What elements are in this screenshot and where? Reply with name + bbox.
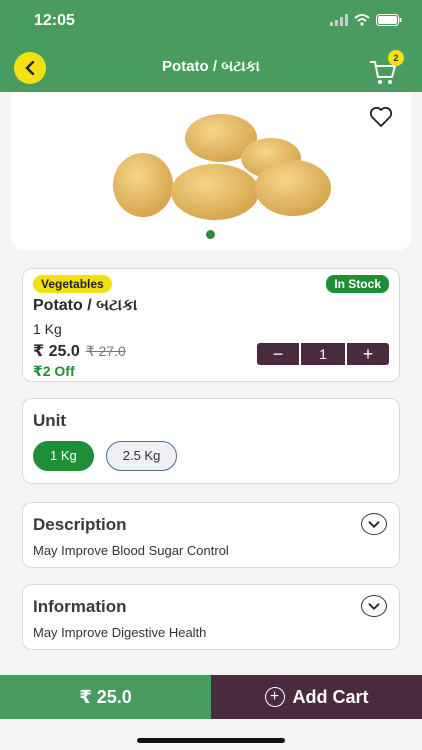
page-title: Potato / બટાકા xyxy=(162,58,260,75)
product-name: Potato / બટાકા xyxy=(33,297,138,314)
decrement-button[interactable]: − xyxy=(257,343,299,365)
total-price: ₹ 25.0 xyxy=(0,675,211,719)
price: ₹ 25.0 xyxy=(33,343,80,360)
unit-options: 1 Kg 2.5 Kg xyxy=(33,441,178,471)
status-icons xyxy=(330,14,402,26)
bottom-bar: ₹ 25.0 + Add Cart xyxy=(0,675,422,719)
price-row: ₹ 25.0 ₹ 27.0 xyxy=(33,341,126,361)
unit-option-2-5kg[interactable]: 2.5 Kg xyxy=(105,441,178,471)
product-image-card xyxy=(11,92,411,250)
home-indicator xyxy=(137,738,285,743)
cart-button[interactable]: 2 xyxy=(368,50,404,86)
description-title: Description xyxy=(33,515,127,534)
nav-bar: Potato / બટાકા 2 xyxy=(0,44,422,92)
information-card[interactable]: Information May Improve Digestive Health xyxy=(22,584,400,650)
unit-title: Unit xyxy=(33,411,67,430)
stock-badge: In Stock xyxy=(326,275,389,293)
quantity-stepper: − 1 + xyxy=(257,343,389,365)
status-time: 12:05 xyxy=(34,12,75,29)
chevron-down-icon[interactable] xyxy=(361,595,387,617)
increment-button[interactable]: + xyxy=(347,343,389,365)
potato-image xyxy=(113,114,331,220)
status-bar: 12:05 xyxy=(0,0,422,44)
information-text: May Improve Digestive Health xyxy=(33,625,207,640)
add-cart-label: Add Cart xyxy=(292,686,369,707)
discount-label: ₹2 Off xyxy=(33,363,75,379)
information-title: Information xyxy=(33,597,127,616)
original-price: ₹ 27.0 xyxy=(85,343,126,359)
battery-icon xyxy=(376,14,402,26)
signal-icon xyxy=(330,14,348,26)
category-badge: Vegetables xyxy=(33,275,112,293)
product-info-card: Vegetables In Stock Potato / બટાકા 1 Kg … xyxy=(22,268,400,382)
unit-card: Unit 1 Kg 2.5 Kg xyxy=(22,398,400,484)
description-card[interactable]: Description May Improve Blood Sugar Cont… xyxy=(22,502,400,568)
carousel-indicator[interactable] xyxy=(206,230,215,239)
wishlist-heart-icon[interactable] xyxy=(369,106,393,128)
quantity-value: 1 xyxy=(299,343,347,365)
wifi-icon xyxy=(354,14,370,26)
product-weight: 1 Kg xyxy=(33,321,62,337)
add-cart-button[interactable]: + Add Cart xyxy=(211,675,422,719)
cart-count-badge: 2 xyxy=(388,50,404,66)
unit-option-1kg[interactable]: 1 Kg xyxy=(33,441,94,471)
description-text: May Improve Blood Sugar Control xyxy=(33,543,229,558)
plus-circle-icon: + xyxy=(264,687,285,707)
chevron-down-icon[interactable] xyxy=(361,513,387,535)
